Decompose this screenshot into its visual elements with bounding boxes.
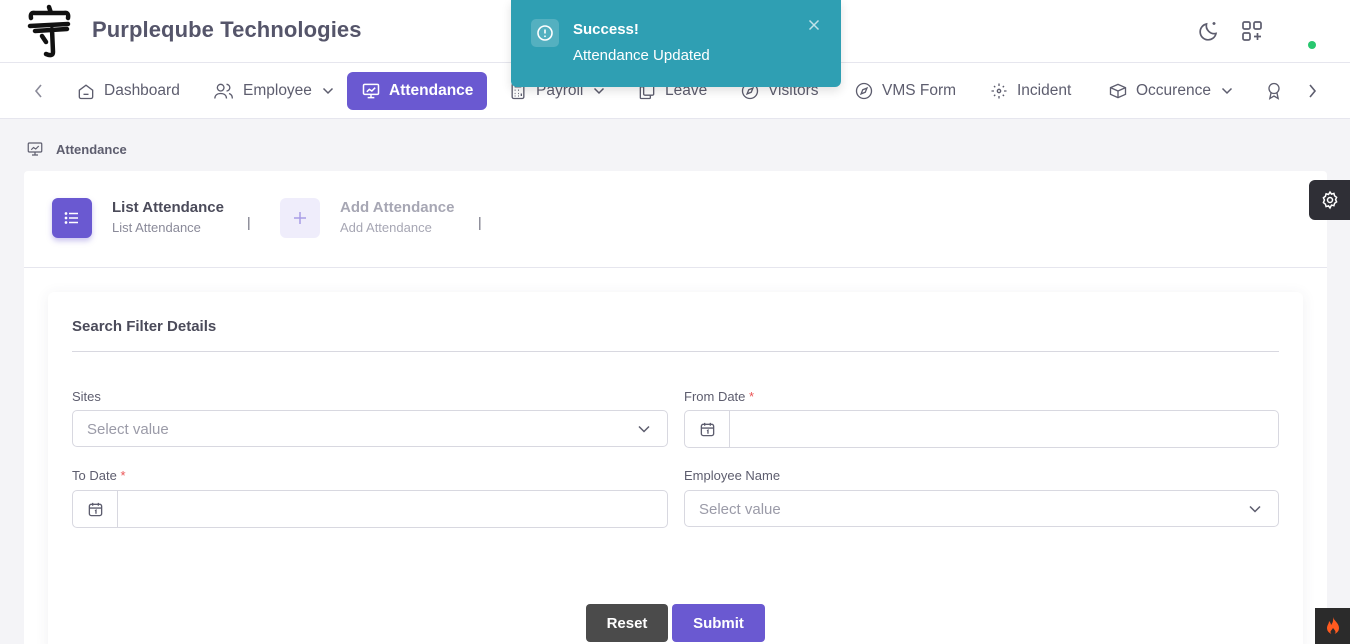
toast-title: Success! (573, 21, 639, 38)
brand-name: Purpleqube Technologies (92, 17, 362, 42)
chevron-down-icon (638, 425, 650, 433)
to-date-field (72, 490, 668, 528)
employee-placeholder: Select value (699, 501, 781, 518)
breadcrumb: Attendance (26, 140, 127, 158)
monitor-chart-icon (27, 142, 43, 156)
calendar-icon[interactable] (73, 491, 118, 527)
attendance-tabs: List Attendance List Attendance | Add At… (24, 171, 1327, 268)
to-date-label: To Date * (72, 468, 126, 483)
nav-occurence[interactable]: Occurence (1094, 72, 1247, 110)
users-icon (214, 83, 233, 99)
nav-label-incident: Incident (1017, 82, 1072, 99)
tab-add-attendance[interactable]: Add Attendance Add Attendance (280, 198, 454, 238)
nav-dashboard[interactable]: Dashboard (62, 72, 194, 110)
sites-label: Sites (72, 389, 101, 404)
chevron-down-icon (1221, 87, 1232, 95)
tab-subtitle: Add Attendance (340, 220, 432, 235)
focus-icon (991, 83, 1007, 99)
nav-incident[interactable]: Incident (975, 72, 1085, 110)
moon-icon[interactable] (1196, 18, 1222, 44)
calendar-icon[interactable] (685, 411, 730, 447)
to-date-input[interactable] (119, 491, 666, 527)
plus-icon (280, 198, 320, 238)
tab-separator: | (478, 214, 482, 230)
chevron-down-icon (594, 87, 605, 95)
nav-prev-arrow-icon[interactable] (29, 81, 49, 101)
tab-title: List Attendance (112, 199, 224, 216)
tab-list-attendance[interactable]: List Attendance List Attendance (52, 198, 224, 238)
alert-circle-icon (531, 19, 559, 47)
monitor-chart-icon (362, 83, 380, 99)
sites-select[interactable]: Select value (72, 410, 668, 447)
breadcrumb-label: Attendance (56, 141, 127, 157)
required-mark: * (120, 468, 126, 483)
chevron-down-icon (1249, 505, 1261, 513)
reset-button[interactable]: Reset (586, 604, 668, 642)
nav-label-vms-form: VMS Form (882, 82, 957, 99)
settings-gear-icon[interactable] (1309, 180, 1350, 220)
filter-title: Search Filter Details (72, 318, 217, 335)
from-date-input[interactable] (731, 411, 1277, 447)
compass-icon (855, 82, 873, 100)
nav-next-arrow-icon[interactable] (1302, 81, 1322, 101)
tab-title: Add Attendance (340, 199, 455, 216)
search-filter-panel: Search Filter Details Sites Select value… (48, 292, 1303, 644)
nav-attendance[interactable]: Attendance (347, 72, 487, 110)
nav-label-employee: Employee (243, 82, 312, 99)
sites-placeholder: Select value (87, 421, 169, 438)
box-icon (1109, 83, 1127, 99)
to-date-label-text: To Date (72, 468, 117, 483)
employee-name-select[interactable]: Select value (684, 490, 1279, 527)
nav-awards[interactable] (1250, 72, 1298, 110)
nav-employee[interactable]: Employee (199, 72, 348, 110)
toast-message: Attendance Updated (573, 47, 710, 64)
chevron-down-icon (322, 87, 333, 95)
tab-subtitle: List Attendance (112, 220, 201, 235)
from-date-label-text: From Date (684, 389, 746, 404)
tab-separator: | (247, 214, 251, 230)
home-icon (78, 84, 94, 100)
nav-label-attendance: Attendance (389, 82, 474, 99)
from-date-field (684, 410, 1279, 448)
attendance-card: List Attendance List Attendance | Add At… (24, 171, 1327, 644)
nav-vms-form[interactable]: VMS Form (840, 72, 970, 110)
award-icon (1268, 82, 1280, 100)
required-mark: * (749, 389, 755, 404)
success-toast: Success! Attendance Updated (511, 0, 841, 87)
apps-add-icon[interactable] (1239, 18, 1265, 44)
logo-mark[interactable] (22, 4, 76, 58)
list-icon (52, 198, 92, 238)
divider (72, 351, 1279, 352)
nav-label-occurence: Occurence (1136, 82, 1211, 99)
nav-label-dashboard: Dashboard (104, 82, 180, 99)
submit-button[interactable]: Submit (672, 604, 765, 642)
close-icon[interactable] (805, 16, 823, 34)
employee-name-label: Employee Name (684, 468, 781, 483)
online-status-dot (1308, 41, 1316, 49)
flame-icon[interactable] (1315, 608, 1350, 644)
from-date-label: From Date * (684, 389, 754, 404)
